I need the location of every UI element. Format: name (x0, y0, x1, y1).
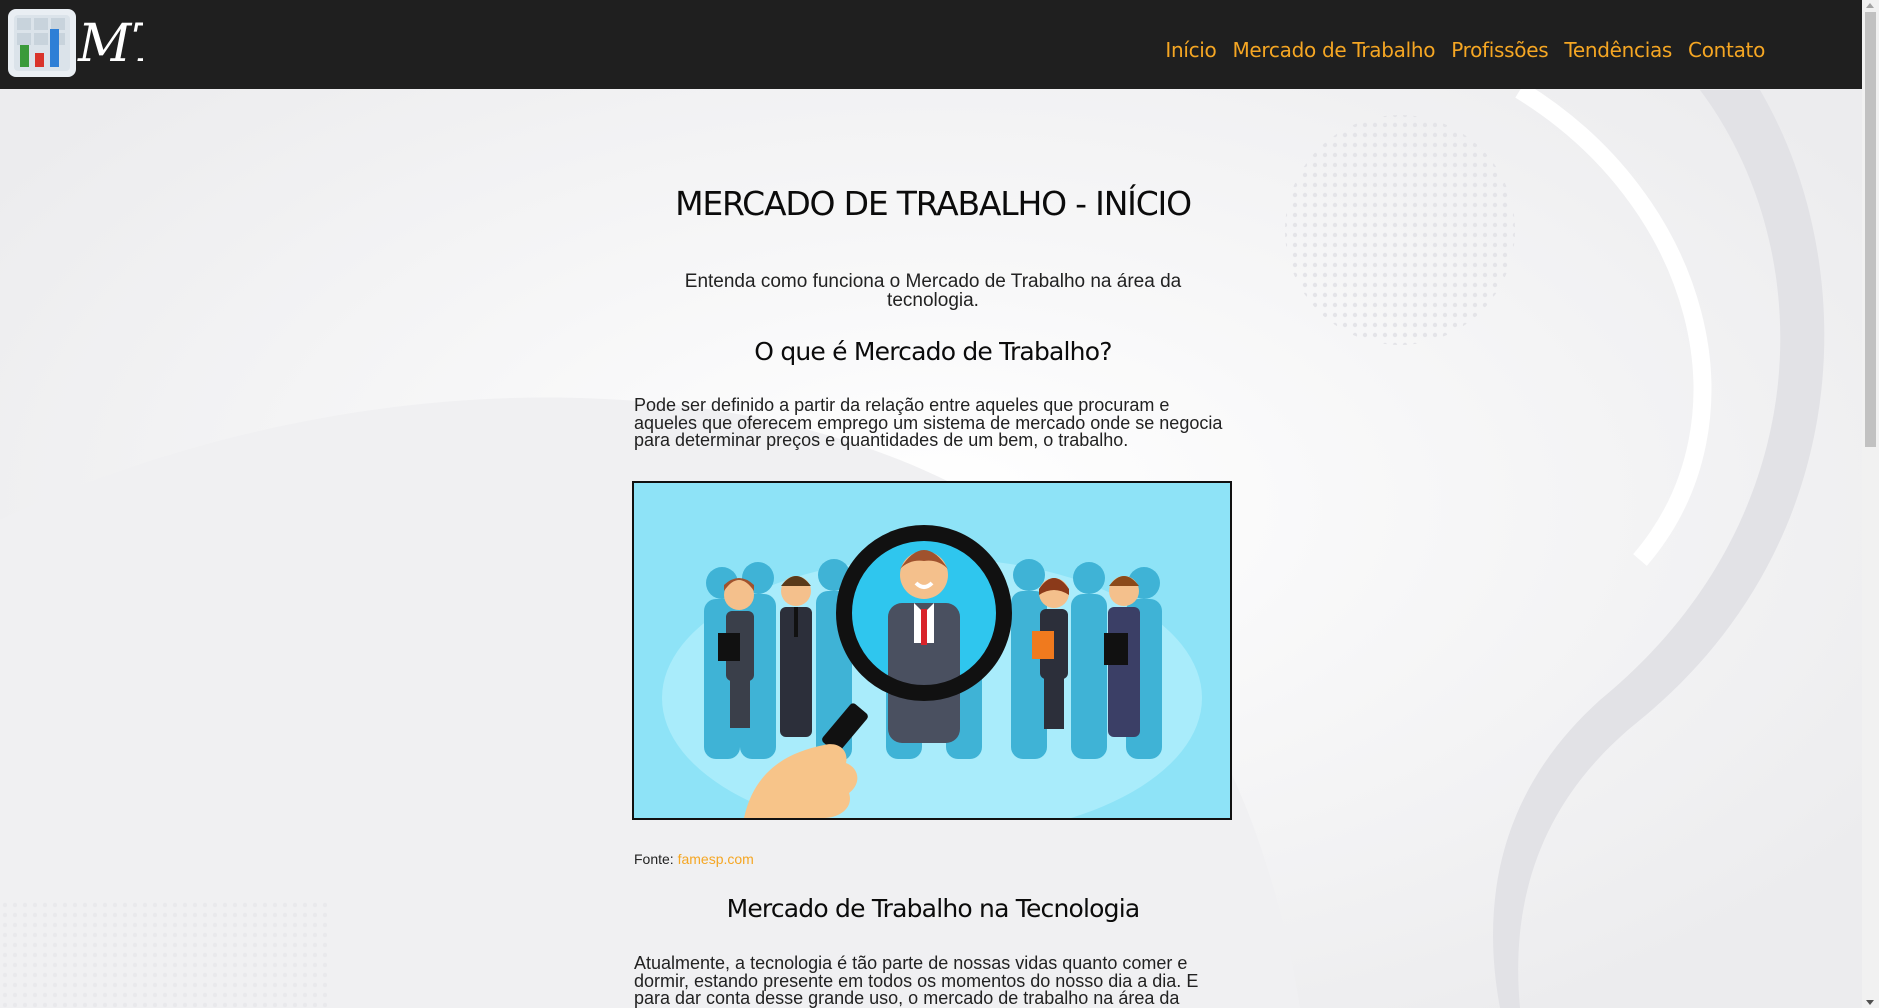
scroll-down-arrow-icon[interactable] (1866, 1000, 1874, 1005)
svg-text:MT: MT (77, 14, 143, 74)
scroll-thumb[interactable] (1865, 12, 1876, 447)
page-title: MERCADO DE TRABALHO - INÍCIO (675, 184, 1192, 223)
nav-link-mercado-de-trabalho[interactable]: Mercado de Trabalho (1232, 38, 1435, 62)
section-text-tech: Atualmente, a tecnologia é tão parte de … (634, 953, 1199, 1008)
nav-link-tendencias[interactable]: Tendências (1564, 38, 1672, 62)
main-nav: Início Mercado de Trabalho Profissões Te… (1165, 38, 1765, 62)
page-scrollbar[interactable] (1862, 0, 1879, 1008)
nav-link-profissoes[interactable]: Profissões (1451, 38, 1548, 62)
caption-prefix: Fonte: (634, 851, 678, 867)
nav-link-contato[interactable]: Contato (1688, 38, 1765, 62)
magnifier-illustration (634, 483, 1230, 818)
chart-logo-icon[interactable]: MT (8, 9, 143, 77)
section-heading-tech: Mercado de Trabalho na Tecnologia (726, 894, 1141, 923)
page-subtitle: Entenda como funciona o Mercado de Traba… (684, 271, 1182, 311)
figure-caption: Fonte: famesp.com (634, 851, 754, 867)
top-navbar: MT Início Mercado de Trabalho Profissões… (0, 0, 1862, 89)
section-text-what-is: Pode ser definido a partir da relação en… (634, 395, 1223, 450)
section-heading-what-is: O que é Mercado de Trabalho? (754, 337, 1112, 366)
nav-link-inicio[interactable]: Início (1165, 38, 1216, 62)
caption-source-link[interactable]: famesp.com (678, 851, 754, 867)
job-market-illustration (632, 481, 1232, 820)
scroll-up-arrow-icon[interactable] (1866, 3, 1874, 8)
